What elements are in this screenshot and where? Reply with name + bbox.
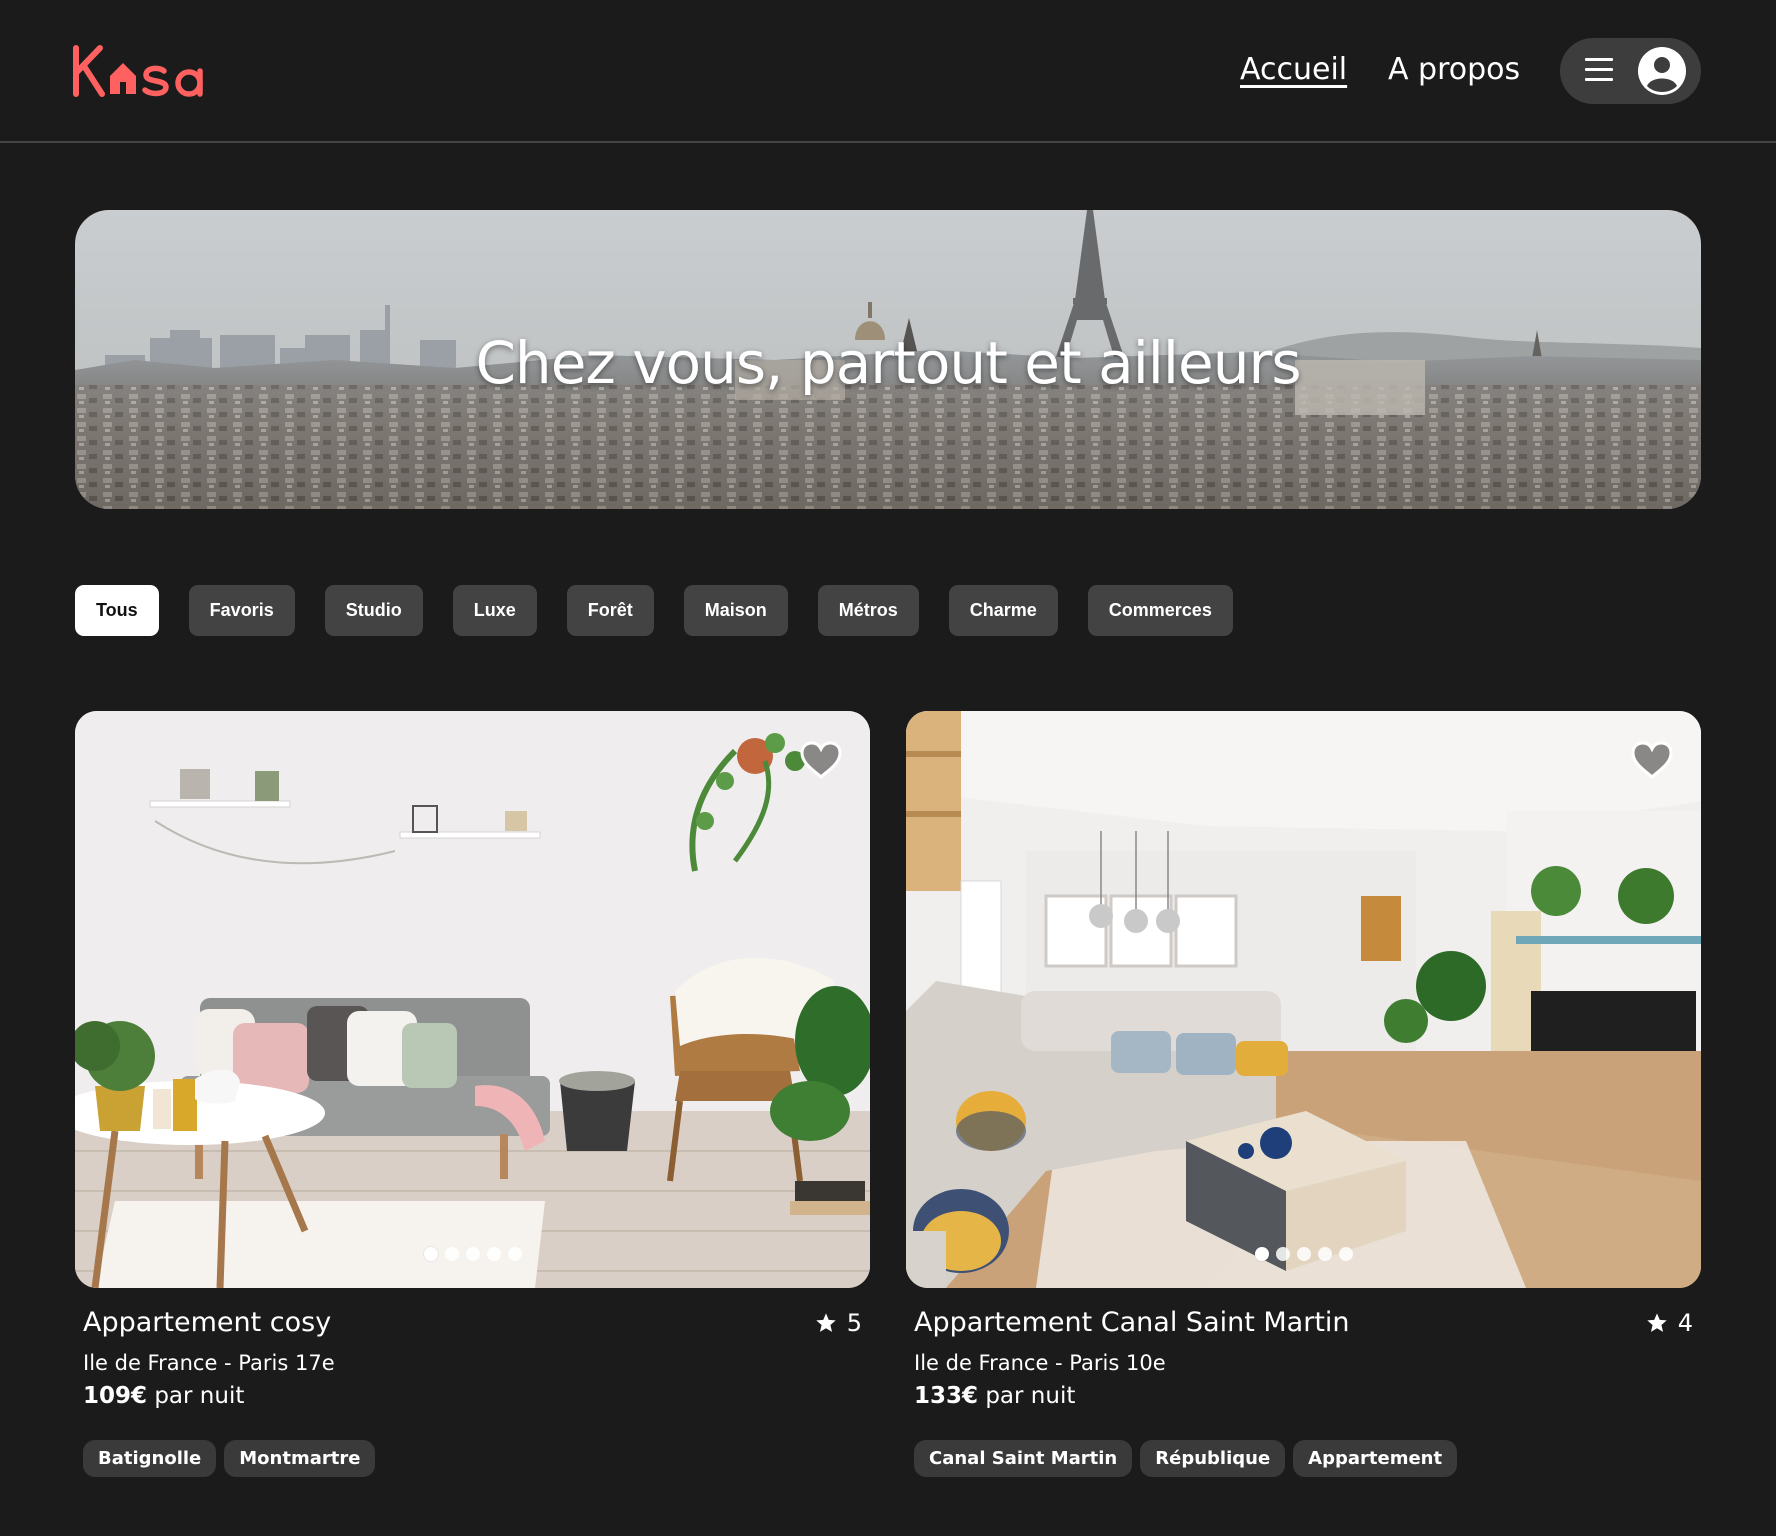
user-avatar-icon [1638, 47, 1686, 95]
star-icon [1647, 1313, 1667, 1332]
favorite-heart-icon[interactable] [800, 741, 842, 779]
hamburger-icon [1585, 58, 1613, 84]
filter-bar: Tous Favoris Studio Luxe Forêt Maison Mé… [75, 585, 1233, 636]
filter-chip-maison[interactable]: Maison [683, 585, 788, 636]
carousel-dots [906, 1247, 1701, 1261]
price-suffix: par nuit [147, 1383, 245, 1409]
price-amount: 109€ [83, 1383, 148, 1409]
listing-rating: 4 [1646, 1309, 1693, 1337]
carousel-dot[interactable] [1296, 1247, 1311, 1261]
price-amount: 133€ [914, 1383, 979, 1409]
nav-home-link[interactable]: Accueil [1240, 52, 1347, 87]
filter-chip-favoris[interactable]: Favoris [188, 585, 295, 636]
listing-tag[interactable]: Canal Saint Martin [914, 1440, 1133, 1477]
listing-photo-carousel[interactable] [906, 711, 1701, 1288]
filter-chip-tous[interactable]: Tous [75, 585, 159, 636]
listing-tags: Batignolle Montmartre [83, 1440, 376, 1477]
kasa-logo[interactable] [72, 40, 212, 102]
listing-price: 109€ par nuit [83, 1383, 244, 1409]
filter-chip-luxe[interactable]: Luxe [452, 585, 537, 636]
nav-about-link[interactable]: A propos [1388, 52, 1520, 87]
carousel-dot[interactable] [507, 1247, 522, 1261]
carousel-dot[interactable] [486, 1247, 501, 1261]
hero-banner: Chez vous, partout et ailleurs [75, 210, 1701, 509]
carousel-dot[interactable] [423, 1247, 438, 1261]
listing-price: 133€ par nuit [914, 1383, 1075, 1409]
price-suffix: par nuit [978, 1383, 1076, 1409]
listing-rating: 5 [815, 1309, 862, 1337]
star-icon [816, 1313, 836, 1332]
listing-card[interactable]: Appartement Canal Saint Martin 4 Ile de … [906, 711, 1701, 1477]
carousel-dot[interactable] [1275, 1247, 1290, 1261]
listing-tag[interactable]: Montmartre [224, 1440, 376, 1477]
filter-chip-foret[interactable]: Forêt [566, 585, 654, 636]
favorite-heart-icon[interactable] [1631, 741, 1673, 779]
filter-chip-charme[interactable]: Charme [948, 585, 1058, 636]
listing-photo [75, 711, 870, 1288]
listing-photo-carousel[interactable] [75, 711, 870, 1288]
site-header: Accueil A propos [0, 0, 1776, 143]
carousel-dot[interactable] [1338, 1247, 1353, 1261]
listing-tags: Canal Saint Martin République Appartemen… [914, 1440, 1458, 1477]
listing-tag[interactable]: Appartement [1293, 1440, 1458, 1477]
user-menu-button[interactable] [1560, 38, 1701, 104]
rating-value: 5 [846, 1309, 862, 1337]
carousel-dots [75, 1247, 870, 1261]
listing-tag[interactable]: République [1140, 1440, 1286, 1477]
listing-location: Ile de France - Paris 17e [83, 1351, 335, 1375]
listing-title[interactable]: Appartement Canal Saint Martin [914, 1307, 1350, 1338]
carousel-dot[interactable] [1254, 1247, 1269, 1261]
listing-card[interactable]: Appartement cosy 5 Ile de France - Paris… [75, 711, 870, 1477]
carousel-dot[interactable] [1317, 1247, 1332, 1261]
listing-title[interactable]: Appartement cosy [83, 1307, 331, 1338]
hero-title: Chez vous, partout et ailleurs [475, 328, 1301, 397]
listing-photo [906, 711, 1701, 1288]
filter-chip-commerces[interactable]: Commerces [1087, 585, 1233, 636]
filter-chip-studio[interactable]: Studio [324, 585, 423, 636]
filter-chip-metros[interactable]: Métros [817, 585, 919, 636]
rating-value: 4 [1677, 1309, 1693, 1337]
carousel-dot[interactable] [465, 1247, 480, 1261]
listing-location: Ile de France - Paris 10e [914, 1351, 1166, 1375]
carousel-dot[interactable] [444, 1247, 459, 1261]
listing-tag[interactable]: Batignolle [83, 1440, 217, 1477]
